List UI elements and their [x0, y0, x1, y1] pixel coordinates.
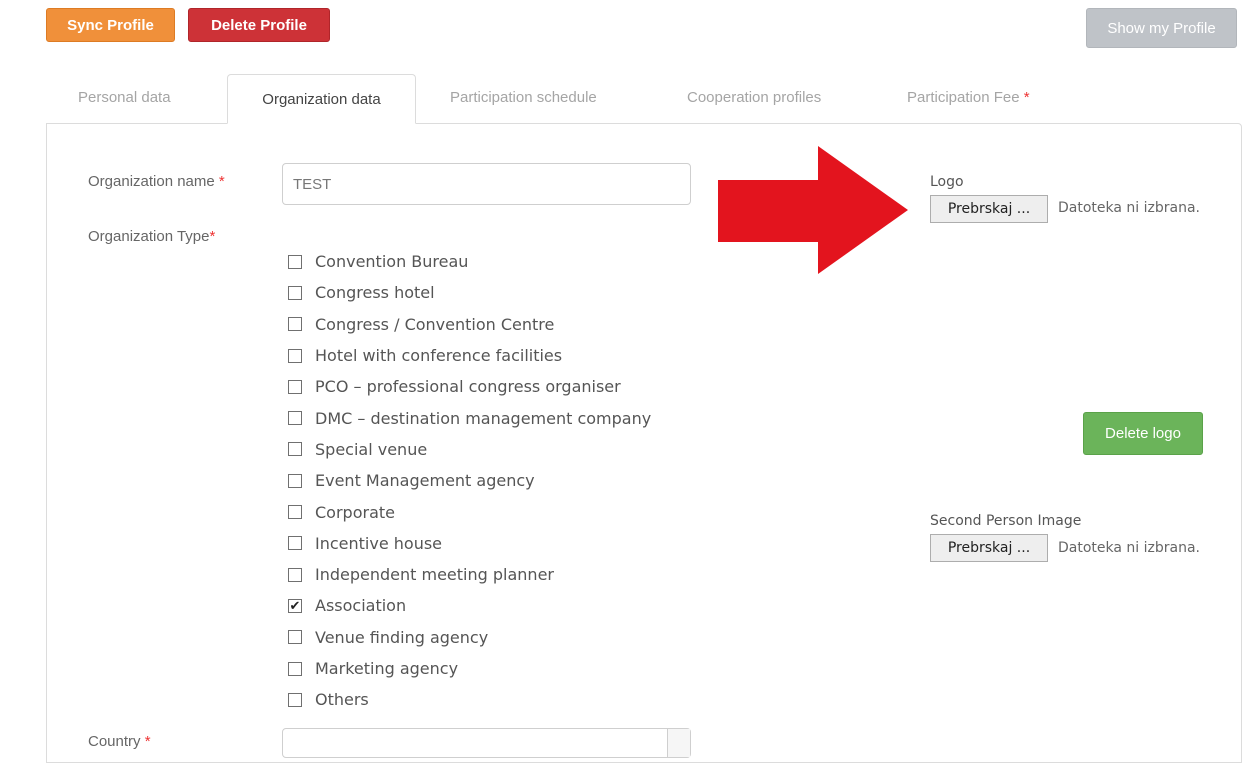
sync-profile-button[interactable]: Sync Profile	[46, 8, 175, 42]
logo-browse-button[interactable]: Prebrskaj ...	[930, 195, 1048, 223]
org-type-option[interactable]: Convention Bureau	[288, 246, 651, 277]
tab-participation-schedule[interactable]: Participation schedule	[450, 89, 597, 106]
checkbox[interactable]	[288, 567, 302, 582]
checkbox[interactable]	[288, 505, 302, 520]
checkbox[interactable]	[288, 661, 302, 676]
logo-file-status: Datoteka ni izbrana.	[1058, 200, 1200, 216]
checkbox-label: DMC – destination management company	[315, 408, 652, 428]
org-type-option[interactable]: Others	[288, 684, 651, 715]
org-type-checklist: Convention Bureau Congress hotel Congres…	[288, 246, 651, 715]
checkbox[interactable]	[288, 442, 302, 457]
org-type-label: Organization Type*	[88, 228, 215, 245]
org-type-option[interactable]: Incentive house	[288, 528, 651, 559]
checkbox[interactable]	[288, 411, 302, 426]
checkbox[interactable]	[288, 379, 302, 394]
checkbox-label: Congress / Convention Centre	[315, 314, 555, 334]
checkbox-label: Association	[315, 596, 407, 616]
checkbox-label: Event Management agency	[315, 471, 535, 491]
org-type-option[interactable]: DMC – destination management company	[288, 402, 651, 433]
second-image-file-status: Datoteka ni izbrana.	[1058, 540, 1200, 556]
checkbox[interactable]	[288, 536, 302, 551]
checkbox-label: Independent meeting planner	[315, 565, 554, 585]
delete-logo-button[interactable]: Delete logo	[1083, 412, 1203, 455]
checkbox-label: PCO – professional congress organiser	[315, 377, 621, 397]
tab-personal-data[interactable]: Personal data	[78, 89, 171, 106]
checkbox-label: Congress hotel	[315, 283, 435, 303]
checkbox[interactable]: ✔	[288, 598, 302, 613]
checkbox-label: Corporate	[315, 502, 395, 522]
checkbox[interactable]	[288, 285, 302, 300]
required-marker: *	[209, 228, 216, 245]
org-type-option[interactable]: ✔ Association	[288, 590, 651, 621]
checkbox[interactable]	[288, 692, 302, 707]
org-type-option[interactable]: Hotel with conference facilities	[288, 340, 651, 371]
org-type-option[interactable]: Marketing agency	[288, 653, 651, 684]
red-arrow-shape	[718, 146, 908, 274]
red-arrow-icon	[718, 146, 908, 274]
checkbox[interactable]	[288, 254, 302, 269]
checkbox-label: Venue finding agency	[315, 627, 489, 647]
tab-participation-fee-label: Participation Fee	[907, 89, 1020, 106]
tab-organization-data[interactable]: Organization data	[227, 74, 416, 124]
checkbox-label: Hotel with conference facilities	[315, 346, 563, 366]
org-type-option[interactable]: Independent meeting planner	[288, 559, 651, 590]
delete-profile-button[interactable]: Delete Profile	[188, 8, 330, 42]
dropdown-caret-icon	[667, 729, 690, 757]
tab-organization-data-label: Organization data	[262, 90, 381, 108]
checkbox[interactable]	[288, 348, 302, 363]
org-type-option[interactable]: Venue finding agency	[288, 622, 651, 653]
second-image-label: Second Person Image	[930, 513, 1082, 529]
required-marker: *	[218, 173, 225, 190]
org-type-option[interactable]: Special venue	[288, 434, 651, 465]
checkbox[interactable]	[288, 317, 302, 332]
org-name-input[interactable]	[282, 163, 691, 205]
org-type-option[interactable]: Congress hotel	[288, 277, 651, 308]
tab-participation-fee[interactable]: Participation Fee *	[907, 89, 1030, 106]
checkbox[interactable]	[288, 630, 302, 645]
show-my-profile-button[interactable]: Show my Profile	[1086, 8, 1237, 48]
org-type-option[interactable]: PCO – professional congress organiser	[288, 371, 651, 402]
checkbox-label: Convention Bureau	[315, 252, 469, 272]
required-marker: *	[1023, 89, 1030, 106]
country-select[interactable]	[282, 728, 691, 758]
org-name-label-text: Organization name	[88, 173, 215, 190]
tab-cooperation-profiles[interactable]: Cooperation profiles	[687, 89, 821, 106]
checkbox[interactable]	[288, 473, 302, 488]
org-type-option[interactable]: Event Management agency	[288, 465, 651, 496]
org-type-option[interactable]: Corporate	[288, 496, 651, 527]
org-type-option[interactable]: Congress / Convention Centre	[288, 309, 651, 340]
checkbox-label: Incentive house	[315, 533, 443, 553]
logo-label: Logo	[930, 174, 964, 190]
org-name-label: Organization name *	[88, 173, 225, 190]
checkbox-label: Others	[315, 690, 369, 710]
second-image-browse-button[interactable]: Prebrskaj ...	[930, 534, 1048, 562]
checkbox-label: Special venue	[315, 439, 428, 459]
checkbox-label: Marketing agency	[315, 659, 459, 678]
org-type-label-text: Organization Type	[88, 228, 210, 245]
